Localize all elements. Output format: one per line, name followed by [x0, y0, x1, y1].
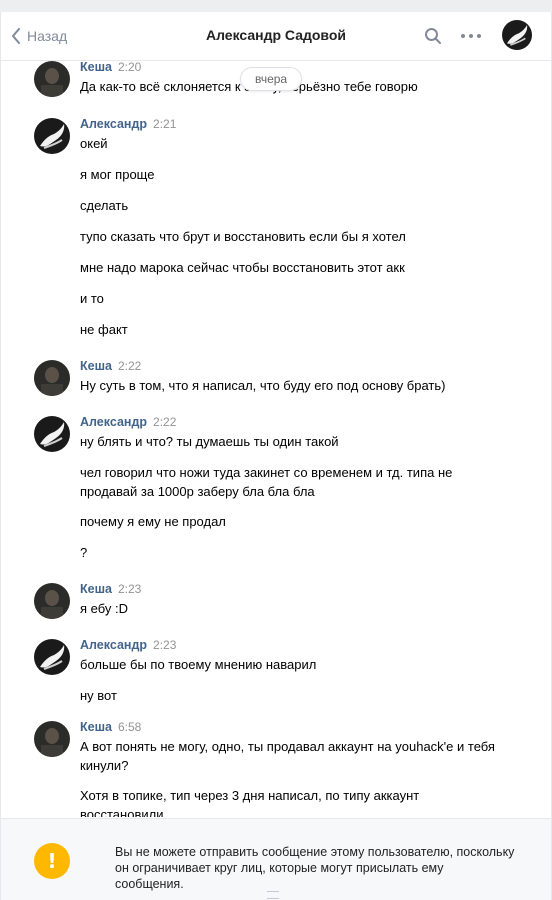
author-name[interactable]: Кеша	[80, 61, 112, 74]
message-author[interactable]: Александр 2:21	[80, 117, 176, 131]
author-name[interactable]: Кеша	[80, 720, 112, 734]
message-text: Хотя в топике, тип через 3 дня написал, …	[80, 788, 420, 817]
author-name[interactable]: Кеша	[80, 359, 112, 373]
author-name[interactable]: Александр	[80, 117, 147, 131]
avatar-alexander[interactable]	[34, 118, 70, 154]
header-avatar[interactable]	[502, 20, 532, 50]
message-history[interactable]: Кеша2:20 Да как-то всё склоняется к этом…	[1, 61, 551, 817]
message-time: 2:22	[153, 415, 177, 429]
author-name[interactable]: Александр	[80, 638, 147, 652]
avatar-kesha[interactable]	[34, 583, 70, 619]
message-author[interactable]: Кеша 6:58	[80, 720, 141, 734]
message-text: А вот понять не могу, одно, ты продавал …	[80, 739, 495, 773]
resize-handle[interactable]	[267, 891, 279, 899]
avatar-kesha[interactable]	[34, 61, 70, 97]
avatar-kesha[interactable]	[34, 360, 70, 396]
avatar-alexander[interactable]	[34, 416, 70, 452]
avatar-image-icon	[502, 20, 532, 50]
message-text: и то	[80, 291, 104, 306]
message-author[interactable]: Кеша 2:23	[80, 582, 141, 596]
message-text: Ну суть в том, что я написал, что буду е…	[80, 378, 446, 393]
message-text: сделать	[80, 198, 129, 213]
message-text: почему я ему не продал	[80, 514, 226, 529]
date-separator: вчера	[240, 67, 303, 91]
avatar-kesha[interactable]	[34, 721, 70, 757]
message-time: 2:23	[153, 638, 177, 652]
message-text: не факт	[80, 322, 128, 337]
message-text: чел говорил что ножи туда закинет со вре…	[80, 465, 453, 499]
message-author[interactable]: Кеша 2:22	[80, 359, 141, 373]
message-time: 2:21	[153, 117, 177, 131]
message-text: окей	[80, 136, 108, 151]
chat-panel: Назад Александр Садовой Кеша 2:20 Да как-…	[0, 12, 552, 900]
message-time: 2:23	[117, 582, 142, 596]
message-time: 2:22	[117, 359, 142, 373]
message-text: больше бы по твоему мнению наварил	[80, 657, 317, 672]
warning-icon: !	[34, 843, 70, 879]
avatar-alexander[interactable]	[34, 639, 70, 675]
search-icon[interactable]	[424, 27, 442, 45]
notice-text: Вы не можете отправить сообщение этому п…	[115, 845, 515, 891]
message-author[interactable]: Александр 2:22	[80, 415, 176, 429]
message-text: ну вот	[80, 688, 117, 703]
message-author[interactable]: Кеша 2:20	[80, 61, 141, 74]
more-icon[interactable]	[460, 27, 482, 45]
author-name[interactable]: Александр	[80, 415, 147, 429]
write-restriction-notice: ! Вы не можете отправить сообщение этому…	[1, 818, 551, 900]
message-text: я ебу :D	[80, 601, 129, 616]
message-text: ну блять и что? ты думаешь ты один такой	[80, 434, 339, 449]
message-author[interactable]: Александр 2:23	[80, 638, 176, 652]
message-text: мне надо марока сейчас чтобы восстановит…	[80, 260, 405, 275]
author-name[interactable]: Кеша	[80, 582, 112, 596]
chat-header: Назад Александр Садовой	[1, 12, 551, 61]
warning-glyph: !	[47, 849, 57, 873]
message-text: я мог проще	[80, 167, 155, 182]
message-time: 6:58	[117, 720, 142, 734]
message-text: тупо сказать что брут и восстановить есл…	[80, 229, 406, 244]
message-text: ?	[80, 545, 88, 560]
message-time: 2:20	[117, 61, 142, 74]
